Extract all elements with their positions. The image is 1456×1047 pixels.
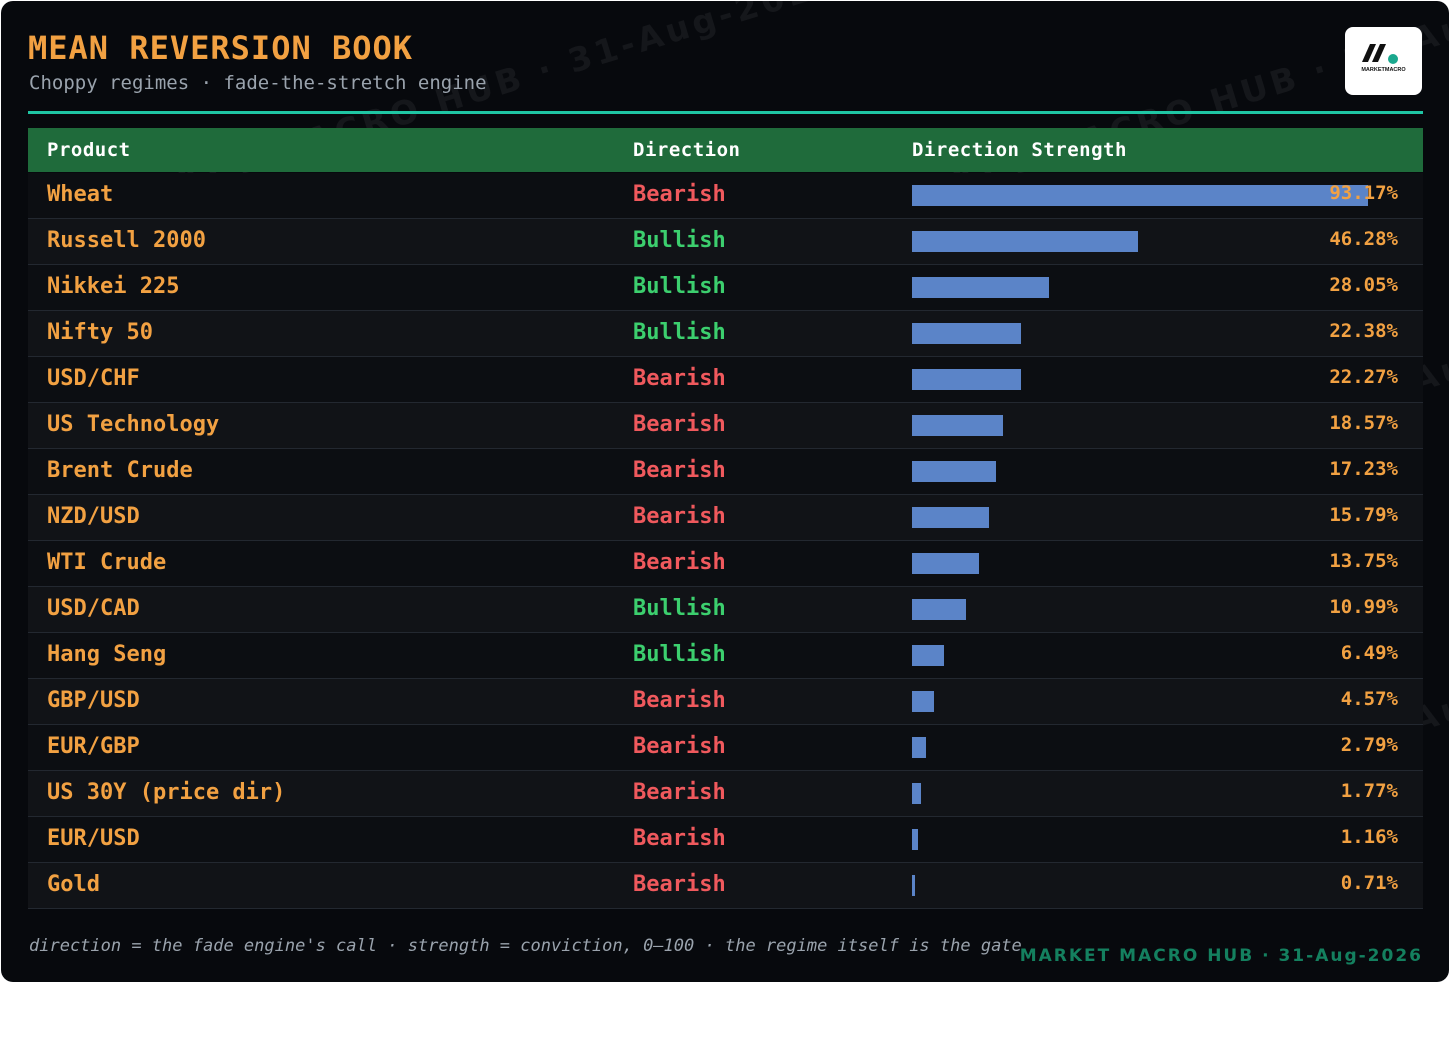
table-row: Hang Seng Bullish 6.49% [28,633,1423,679]
strength-bar [912,277,1050,298]
direction-label: Bullish [633,274,726,299]
strength-value: 46.28% [1329,228,1398,250]
strength-value: 6.49% [1340,642,1398,664]
strength-value: 10.99% [1329,596,1398,618]
direction-label: Bearish [633,550,726,575]
column-header-direction: Direction [633,139,741,161]
direction-label: Bullish [633,642,726,667]
strength-value: 2.79% [1340,734,1398,756]
product-name: USD/CAD [47,596,140,621]
table-row: US Technology Bearish 18.57% [28,403,1423,449]
strength-value: 1.77% [1340,780,1398,802]
direction-label: Bearish [633,366,726,391]
footer-brand: MARKET MACRO HUB · 31-Aug-2026 [1019,946,1423,966]
product-name: US 30Y (price dir) [47,780,286,805]
logo-wordmark: MARKETMACRO [1361,67,1406,73]
strength-bar [912,185,1368,206]
strength-bar [912,829,918,850]
table-row: EUR/USD Bearish 1.16% [28,817,1423,863]
strength-value: 93.17% [1329,182,1398,204]
table-row: Russell 2000 Bullish 46.28% [28,219,1423,265]
direction-label: Bullish [633,596,726,621]
table-header: Product Direction Direction Strength [28,128,1423,172]
mean-reversion-card: MARKET MACRO HUB · 31-Aug-2026 MARKET MA… [1,1,1449,982]
strength-bar [912,415,1003,436]
footnote: direction = the fade engine's call · str… [29,936,1022,956]
direction-label: Bullish [633,228,726,253]
direction-label: Bearish [633,734,726,759]
table-body: Wheat Bearish 93.17% Russell 2000 Bullish 46.… [28,173,1423,909]
product-name: Brent Crude [47,458,193,483]
product-name: WTI Crude [47,550,167,575]
direction-label: Bearish [633,504,726,529]
strength-value: 13.75% [1329,550,1398,572]
product-name: US Technology [47,412,220,437]
table-row: Gold Bearish 0.71% [28,863,1423,909]
strength-value: 17.23% [1329,458,1398,480]
direction-label: Bearish [633,182,726,207]
direction-label: Bearish [633,872,726,897]
strength-value: 18.57% [1329,412,1398,434]
product-name: USD/CHF [47,366,140,391]
product-name: Gold [47,872,100,897]
table-row: WTI Crude Bearish 13.75% [28,541,1423,587]
product-name: Nifty 50 [47,320,153,345]
product-name: Russell 2000 [47,228,206,253]
table-row: GBP/USD Bearish 4.57% [28,679,1423,725]
product-name: Wheat [47,182,114,207]
strength-value: 15.79% [1329,504,1398,526]
direction-label: Bullish [633,320,726,345]
column-header-product: Product [47,139,131,161]
table-row: Nifty 50 Bullish 22.38% [28,311,1423,357]
strength-bar [912,783,921,804]
column-header-strength: Direction Strength [912,139,1127,161]
header-divider [28,111,1423,114]
direction-label: Bearish [633,780,726,805]
table-row: Brent Crude Bearish 17.23% [28,449,1423,495]
table-row: USD/CAD Bullish 10.99% [28,587,1423,633]
strength-bar [912,691,935,712]
strength-bar [912,461,997,482]
table-row: NZD/USD Bearish 15.79% [28,495,1423,541]
table-row: EUR/GBP Bearish 2.79% [28,725,1423,771]
direction-label: Bearish [633,688,726,713]
direction-label: Bearish [633,458,726,483]
product-name: GBP/USD [47,688,140,713]
brand-logo: MARKETMACRO [1345,27,1422,95]
strength-value: 1.16% [1340,826,1398,848]
logo-mark-icon: MARKETMACRO [1361,44,1406,73]
table-row: USD/CHF Bearish 22.27% [28,357,1423,403]
direction-label: Bearish [633,412,726,437]
page-title: MEAN REVERSION BOOK [28,29,414,67]
table-row: Nikkei 225 Bullish 28.05% [28,265,1423,311]
product-name: EUR/USD [47,826,140,851]
strength-bar [912,323,1022,344]
strength-bar [912,231,1139,252]
table-row: Wheat Bearish 93.17% [28,173,1423,219]
strength-value: 22.38% [1329,320,1398,342]
table-row: US 30Y (price dir) Bearish 1.77% [28,771,1423,817]
strength-bar [912,645,944,666]
strength-bar [912,875,916,896]
strength-value: 4.57% [1340,688,1398,710]
strength-bar [912,737,926,758]
product-name: NZD/USD [47,504,140,529]
strength-bar [912,553,980,574]
strength-value: 0.71% [1340,872,1398,894]
strength-value: 22.27% [1329,366,1398,388]
direction-label: Bearish [633,826,726,851]
product-name: Hang Seng [47,642,167,667]
strength-bar [912,369,1021,390]
product-name: EUR/GBP [47,734,140,759]
product-name: Nikkei 225 [47,274,180,299]
strength-bar [912,599,966,620]
page-subtitle: Choppy regimes · fade-the-stretch engine [29,72,487,94]
strength-bar [912,507,990,528]
strength-value: 28.05% [1329,274,1398,296]
